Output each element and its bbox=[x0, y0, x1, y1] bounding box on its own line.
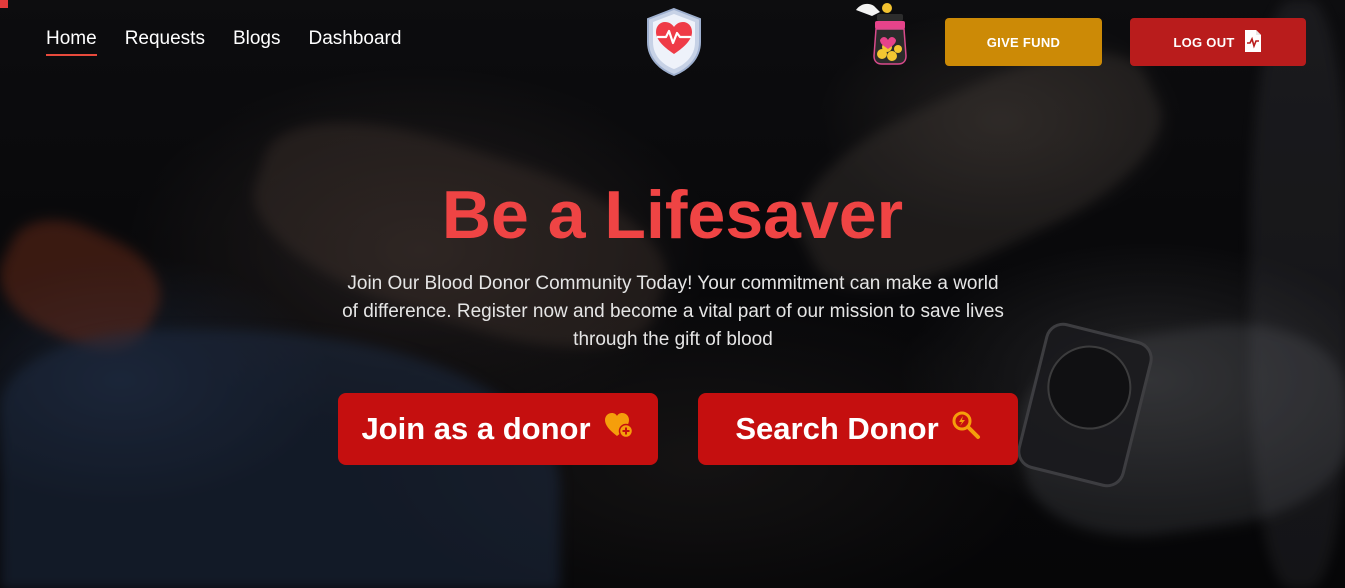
join-as-donor-label: Join as a donor bbox=[361, 411, 591, 446]
logout-button[interactable]: LOG OUT bbox=[1130, 18, 1306, 66]
corner-marker bbox=[0, 0, 8, 8]
heart-plus-icon bbox=[603, 410, 635, 448]
document-pulse-icon bbox=[1243, 29, 1263, 56]
nav-home-link[interactable]: Home bbox=[46, 28, 97, 56]
logout-label: LOG OUT bbox=[1173, 34, 1235, 50]
hero-title: Be a Lifesaver bbox=[441, 177, 904, 253]
hero-subtitle: Join Our Blood Donor Community Today! Yo… bbox=[342, 273, 1004, 350]
heart-shield-icon[interactable] bbox=[642, 6, 706, 78]
nav-requests-link[interactable]: Requests bbox=[125, 28, 205, 56]
main-navigation: Home Requests Blogs Dashboard bbox=[46, 28, 401, 56]
search-donor-button[interactable]: Search Donor bbox=[698, 393, 1018, 465]
join-as-donor-button[interactable]: Join as a donor bbox=[338, 393, 658, 465]
magnifier-icon bbox=[951, 410, 981, 448]
nav-blogs-link[interactable]: Blogs bbox=[233, 28, 281, 56]
give-fund-button[interactable]: GIVE FUND bbox=[945, 18, 1102, 66]
give-fund-label: GIVE FUND bbox=[986, 34, 1061, 50]
search-donor-label: Search Donor bbox=[735, 411, 939, 446]
donation-jar-icon bbox=[854, 0, 914, 68]
nav-dashboard-link[interactable]: Dashboard bbox=[309, 28, 402, 56]
